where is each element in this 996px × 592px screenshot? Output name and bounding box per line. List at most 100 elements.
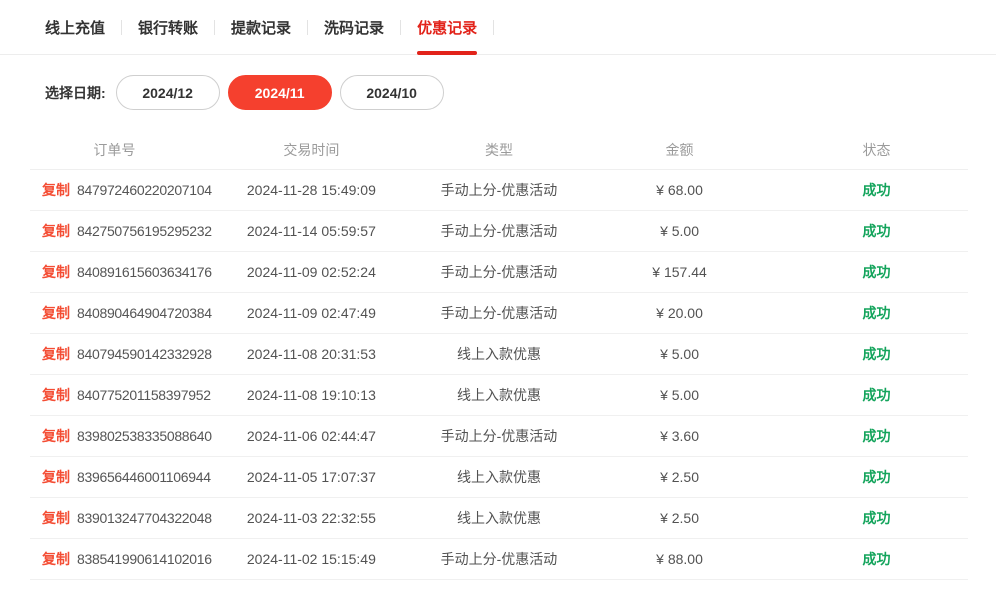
record-tabbar: 线上充值 银行转账 提款记录 洗码记录 优惠记录	[0, 0, 996, 55]
status-badge: 成功	[785, 426, 968, 446]
tab-bank-transfer[interactable]: 银行转账	[138, 0, 198, 54]
tab-divider	[493, 20, 494, 35]
tab-promo-records[interactable]: 优惠记录	[417, 0, 477, 54]
order-number: 839656446001106944	[77, 469, 211, 485]
transaction-type: 手动上分-优惠活动	[424, 262, 574, 282]
date-filter: 选择日期: 2024/12 2024/11 2024/10	[45, 75, 996, 110]
date-option-label: 2024/10	[366, 85, 417, 101]
tab-label: 优惠记录	[417, 17, 477, 38]
copy-button[interactable]: 复制	[42, 303, 70, 323]
copy-button[interactable]: 复制	[42, 549, 70, 569]
table-row: 复制 840891615603634176 2024-11-09 02:52:2…	[30, 252, 968, 293]
status-badge: 成功	[785, 467, 968, 487]
order-cell: 复制 838541990614102016	[30, 549, 199, 569]
copy-button[interactable]: 复制	[42, 344, 70, 364]
order-cell: 复制 840794590142332928	[30, 344, 199, 364]
copy-button[interactable]: 复制	[42, 180, 70, 200]
column-header-status: 状态	[785, 140, 968, 160]
tab-divider	[121, 20, 122, 35]
table-row: 复制 839013247704322048 2024-11-03 22:32:5…	[30, 498, 968, 539]
amount: ¥ 5.00	[574, 387, 785, 403]
transaction-time: 2024-11-09 02:47:49	[199, 305, 424, 321]
amount: ¥ 20.00	[574, 305, 785, 321]
transaction-time: 2024-11-08 19:10:13	[199, 387, 424, 403]
order-number: 839013247704322048	[77, 510, 212, 526]
status-badge: 成功	[785, 385, 968, 405]
transaction-time: 2024-11-14 05:59:57	[199, 223, 424, 239]
tab-label: 提款记录	[231, 17, 291, 38]
date-option-2024-10[interactable]: 2024/10	[340, 75, 444, 110]
order-cell: 复制 840891615603634176	[30, 262, 199, 282]
order-cell: 复制 847972460220207104	[30, 180, 199, 200]
transaction-time: 2024-11-05 17:07:37	[199, 469, 424, 485]
transaction-time: 2024-11-08 20:31:53	[199, 346, 424, 362]
order-cell: 复制 842750756195295232	[30, 221, 199, 241]
transaction-type: 线上入款优惠	[424, 467, 574, 487]
transaction-type: 手动上分-优惠活动	[424, 303, 574, 323]
amount: ¥ 2.50	[574, 469, 785, 485]
amount: ¥ 3.60	[574, 428, 785, 444]
transaction-type: 手动上分-优惠活动	[424, 180, 574, 200]
copy-button[interactable]: 复制	[42, 221, 70, 241]
transaction-type: 手动上分-优惠活动	[424, 426, 574, 446]
order-cell: 复制 839013247704322048	[30, 508, 199, 528]
status-badge: 成功	[785, 344, 968, 364]
column-header-time: 交易时间	[199, 140, 424, 160]
transaction-time: 2024-11-06 02:44:47	[199, 428, 424, 444]
amount: ¥ 5.00	[574, 346, 785, 362]
transaction-type: 线上入款优惠	[424, 344, 574, 364]
copy-button[interactable]: 复制	[42, 467, 70, 487]
tab-divider	[307, 20, 308, 35]
tab-divider	[400, 20, 401, 35]
promo-records-table: 订单号 交易时间 类型 金额 状态 复制 847972460220207104 …	[30, 130, 968, 580]
tab-withdrawal-records[interactable]: 提款记录	[231, 0, 291, 54]
date-option-label: 2024/12	[142, 85, 193, 101]
transaction-time: 2024-11-03 22:32:55	[199, 510, 424, 526]
amount: ¥ 157.44	[574, 264, 785, 280]
tab-label: 线上充值	[45, 17, 105, 38]
transaction-type: 手动上分-优惠活动	[424, 221, 574, 241]
date-option-2024-11[interactable]: 2024/11	[228, 75, 332, 110]
transaction-type: 手动上分-优惠活动	[424, 549, 574, 569]
table-row: 复制 839802538335088640 2024-11-06 02:44:4…	[30, 416, 968, 457]
table-row: 复制 840890464904720384 2024-11-09 02:47:4…	[30, 293, 968, 334]
order-number: 838541990614102016	[77, 551, 212, 567]
column-header-amount: 金额	[574, 140, 785, 160]
column-header-type: 类型	[424, 140, 574, 160]
amount: ¥ 2.50	[574, 510, 785, 526]
transaction-type: 线上入款优惠	[424, 508, 574, 528]
tab-rebate-records[interactable]: 洗码记录	[324, 0, 384, 54]
order-number: 840891615603634176	[77, 264, 212, 280]
tab-label: 洗码记录	[324, 17, 384, 38]
order-number: 840775201158397952	[77, 387, 211, 403]
transaction-time: 2024-11-28 15:49:09	[199, 182, 424, 198]
status-badge: 成功	[785, 549, 968, 569]
order-cell: 复制 839802538335088640	[30, 426, 199, 446]
table-row: 复制 847972460220207104 2024-11-28 15:49:0…	[30, 170, 968, 211]
date-option-2024-12[interactable]: 2024/12	[116, 75, 220, 110]
table-row: 复制 840794590142332928 2024-11-08 20:31:5…	[30, 334, 968, 375]
order-number: 847972460220207104	[77, 182, 212, 198]
amount: ¥ 68.00	[574, 182, 785, 198]
order-number: 840794590142332928	[77, 346, 212, 362]
order-cell: 复制 840775201158397952	[30, 385, 199, 405]
copy-button[interactable]: 复制	[42, 508, 70, 528]
column-header-order: 订单号	[30, 140, 199, 160]
tab-label: 银行转账	[138, 17, 198, 38]
active-tab-underline	[417, 51, 477, 55]
order-cell: 复制 840890464904720384	[30, 303, 199, 323]
order-cell: 复制 839656446001106944	[30, 467, 199, 487]
status-badge: 成功	[785, 508, 968, 528]
status-badge: 成功	[785, 303, 968, 323]
transaction-type: 线上入款优惠	[424, 385, 574, 405]
status-badge: 成功	[785, 180, 968, 200]
table-row: 复制 839656446001106944 2024-11-05 17:07:3…	[30, 457, 968, 498]
copy-button[interactable]: 复制	[42, 385, 70, 405]
copy-button[interactable]: 复制	[42, 262, 70, 282]
copy-button[interactable]: 复制	[42, 426, 70, 446]
amount: ¥ 5.00	[574, 223, 785, 239]
date-option-label: 2024/11	[255, 85, 305, 101]
tab-online-recharge[interactable]: 线上充值	[45, 0, 105, 54]
transaction-time: 2024-11-09 02:52:24	[199, 264, 424, 280]
status-badge: 成功	[785, 221, 968, 241]
